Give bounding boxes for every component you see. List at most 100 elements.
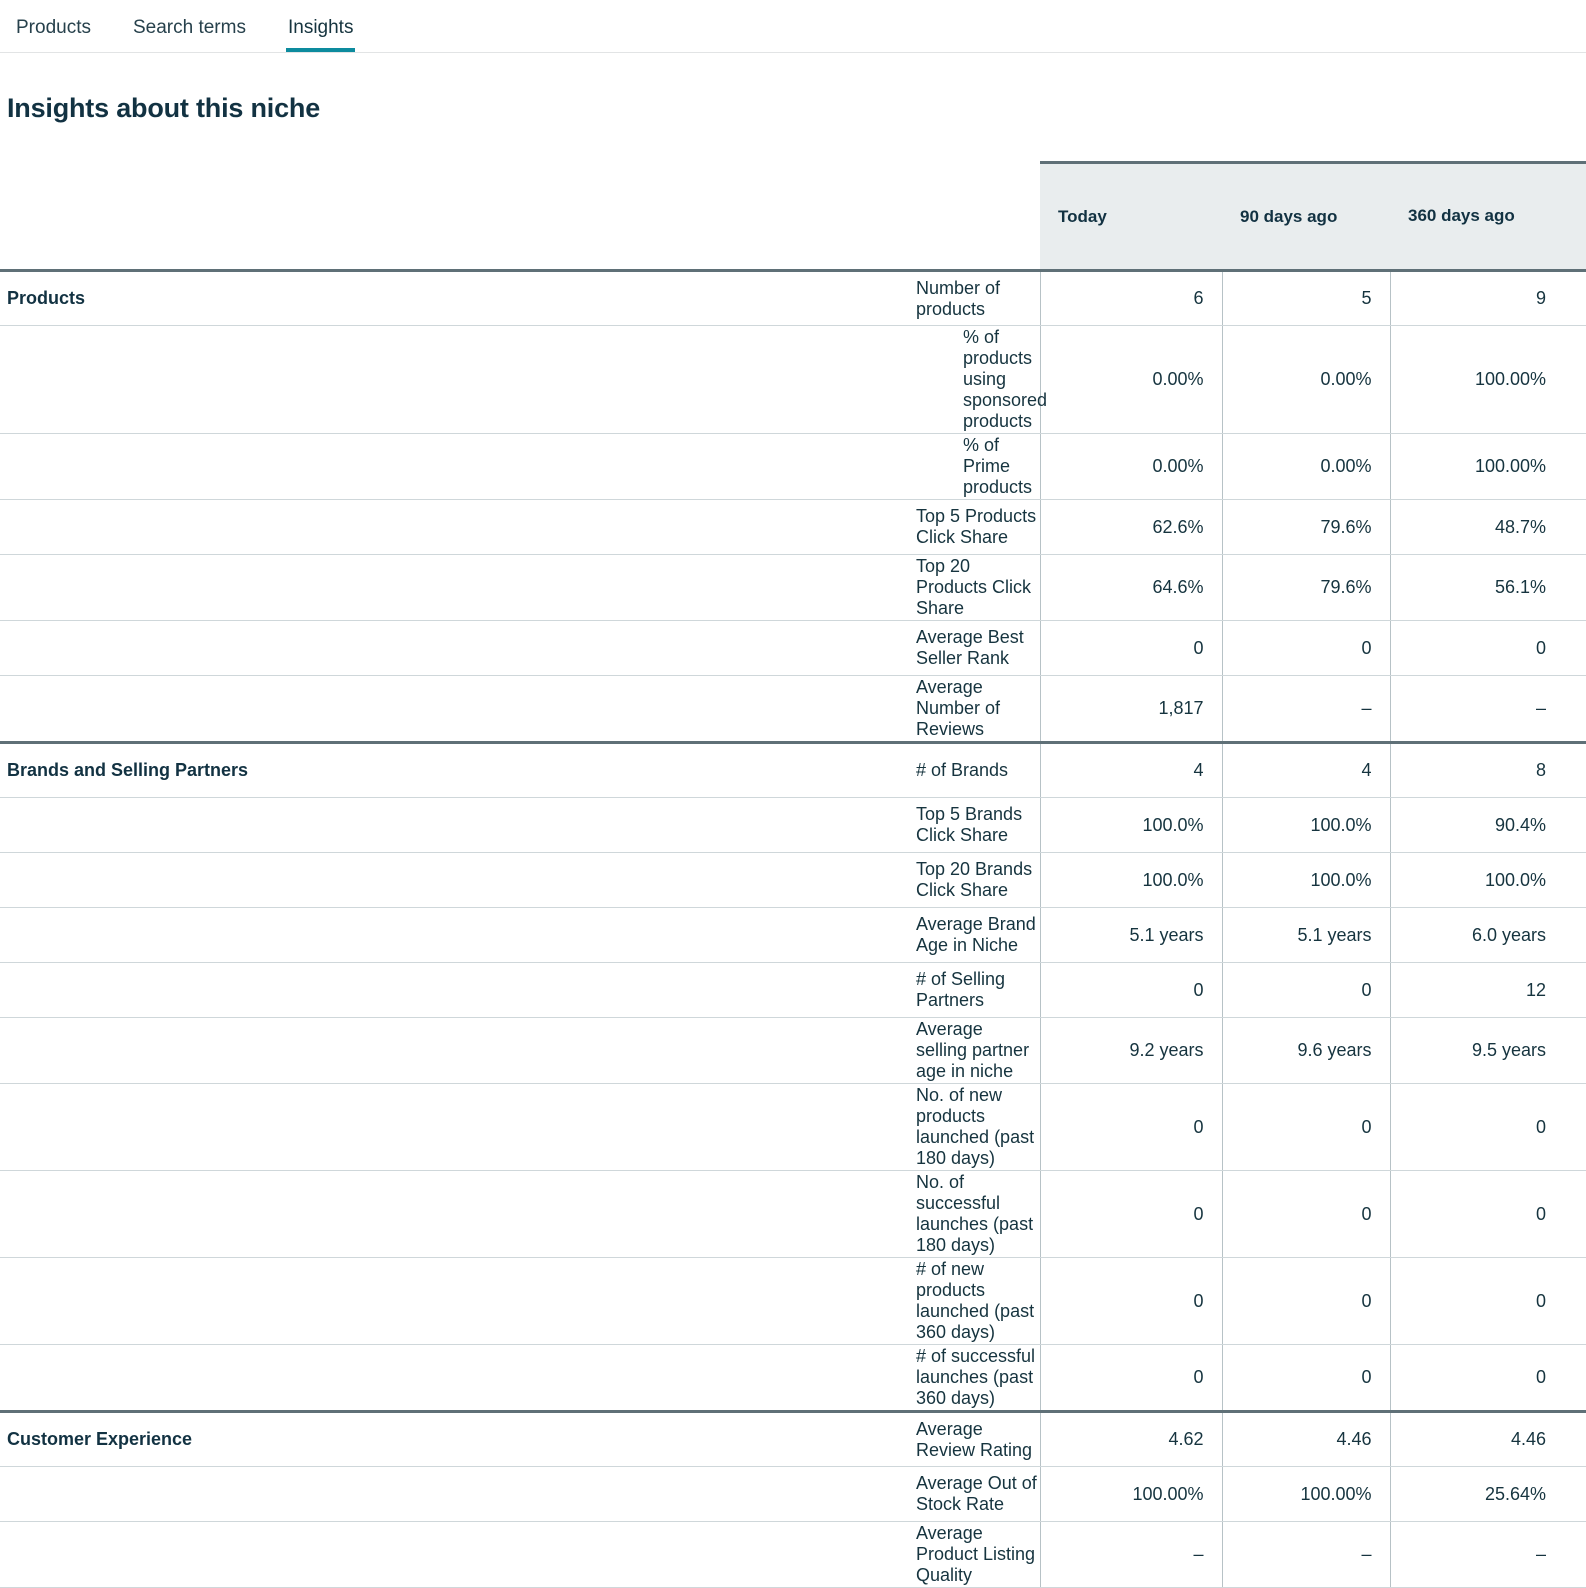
metric-label: Top 5 Products Click Share: [458, 499, 1040, 555]
table-header: Today 90 days ago 360 days ago: [0, 161, 1586, 271]
metric-value-360-days-ago: 9.5 years: [1389, 1017, 1586, 1084]
metric-value-90-days-ago: –: [1221, 1521, 1390, 1588]
metric-label: % of Prime products: [458, 433, 1040, 500]
metric-value-90-days-ago: 100.0%: [1221, 797, 1390, 853]
metric-value-90-days-ago: 0: [1221, 1257, 1390, 1345]
metric-value-90-days-ago: 0.00%: [1221, 433, 1390, 500]
section-label-empty: [0, 1344, 458, 1412]
metric-value-today: 0.00%: [1039, 325, 1222, 434]
metric-value-90-days-ago: 4.46: [1221, 1410, 1390, 1467]
table-row: Average Number of Reviews 1,817– –: [0, 675, 1586, 743]
metric-value-today: 0: [1039, 1083, 1222, 1171]
metric-value-90-days-ago: 5: [1221, 269, 1390, 326]
metric-label: Top 5 Brands Click Share: [458, 797, 1040, 853]
metric-value-today: 62.6%: [1039, 499, 1222, 555]
section-label-empty: [0, 620, 458, 676]
metric-value-360-days-ago: 0: [1389, 1170, 1586, 1258]
metric-value-today: 0: [1039, 620, 1222, 676]
insights-table-container: Today 90 days ago 360 days ago Products N…: [0, 161, 1586, 1588]
header-spacer: [0, 162, 1040, 271]
section-label-empty: [0, 433, 458, 500]
metric-label: No. of new products launched (past 180 d…: [458, 1083, 1040, 1171]
metric-value-90-days-ago: 100.0%: [1221, 852, 1390, 908]
metric-label: Average selling partner age in niche: [458, 1017, 1040, 1084]
metric-value-today: 9.2 years: [1039, 1017, 1222, 1084]
tab-search-terms[interactable]: Search terms: [131, 18, 248, 52]
table-body: Products Number of products 6 5 9% of produc…: [0, 269, 1586, 1588]
metric-value-360-days-ago: 0: [1389, 1344, 1586, 1412]
section-label-empty: [0, 554, 458, 621]
metric-value-today: 0: [1039, 1170, 1222, 1258]
metric-label: Top 20 Products Click Share: [458, 554, 1040, 621]
metric-value-360-days-ago: 0: [1389, 1083, 1586, 1171]
metric-value-today: 64.6%: [1039, 554, 1222, 621]
metric-label: Top 20 Brands Click Share: [458, 852, 1040, 908]
table-row: Average Out of Stock Rate 100.00% 100.00% 2…: [0, 1466, 1586, 1522]
metric-label: # of Selling Partners: [458, 962, 1040, 1018]
metric-label: Average Number of Reviews: [458, 675, 1040, 743]
section-label: Brands and Selling Partners: [0, 741, 458, 798]
metric-value-360-days-ago: 90.4%: [1389, 797, 1586, 853]
metric-value-today: 0: [1039, 1344, 1222, 1412]
metric-value-today: 1,817: [1039, 675, 1222, 743]
metric-value-today: 100.0%: [1039, 852, 1222, 908]
table-row: % of Prime products 0.00% 0.00% 100.00%: [0, 433, 1586, 500]
section-label-empty: [0, 1521, 458, 1588]
metric-value-today: 4.62: [1039, 1410, 1222, 1467]
metric-value-90-days-ago: 0: [1221, 620, 1390, 676]
column-header-360-days-ago: 360 days ago: [1390, 161, 1586, 271]
table-row: Brands and Selling Partners # of Brands 4 4…: [0, 741, 1586, 798]
metric-label: Number of products: [458, 269, 1040, 326]
tab-bar: Products Search terms Insights: [0, 0, 1586, 53]
metric-value-90-days-ago: 0: [1221, 1344, 1390, 1412]
section-label-empty: [0, 675, 458, 743]
metric-value-90-days-ago: 0: [1221, 1170, 1390, 1258]
metric-value-today: –: [1039, 1521, 1222, 1588]
table-row: Average Best Seller Rank 0 0 0: [0, 620, 1586, 676]
metric-value-90-days-ago: 4: [1221, 741, 1390, 798]
metric-value-today: 6: [1039, 269, 1222, 326]
metric-label: % of products using sponsored products: [458, 325, 1047, 434]
metric-value-360-days-ago: 56.1%: [1389, 554, 1586, 621]
page-title: Insights about this niche: [7, 93, 321, 123]
tab-insights[interactable]: Insights: [285, 18, 356, 52]
section-label-empty: [0, 852, 458, 908]
table-row: Top 20 Brands Click Share 100.0% 100.0% 100…: [0, 852, 1586, 908]
metric-value-360-days-ago: 0: [1389, 620, 1586, 676]
metric-value-360-days-ago: 100.00%: [1389, 433, 1586, 500]
metric-label: Average Out of Stock Rate: [458, 1466, 1040, 1522]
insights-table: Today 90 days ago 360 days ago Products N…: [0, 161, 1586, 1588]
metric-value-360-days-ago: –: [1389, 1521, 1586, 1588]
metric-value-today: 100.0%: [1039, 797, 1222, 853]
metric-value-90-days-ago: 5.1 years: [1221, 907, 1390, 963]
metric-value-360-days-ago: 12: [1389, 962, 1586, 1018]
section-label: Customer Experience: [0, 1410, 458, 1467]
metric-label: # of Brands: [458, 741, 1040, 798]
table-row: Products Number of products 6 5 9: [0, 269, 1586, 326]
metric-value-today: 0: [1039, 1257, 1222, 1345]
section-label: Products: [0, 269, 458, 326]
metric-value-360-days-ago: 4.46: [1389, 1410, 1586, 1467]
section-label-empty: [0, 1170, 458, 1258]
section-label-empty: [0, 1257, 458, 1345]
metric-label: Average Product Listing Quality: [458, 1521, 1040, 1588]
table-row: No. of new products launched (past 180 d…: [0, 1083, 1586, 1171]
metric-value-360-days-ago: 8: [1389, 741, 1586, 798]
table-row: Average selling partner age in niche 9.2 …: [0, 1017, 1586, 1084]
metric-value-360-days-ago: 100.0%: [1389, 852, 1586, 908]
tab-products[interactable]: Products: [14, 18, 93, 52]
metric-value-90-days-ago: 79.6%: [1221, 499, 1390, 555]
section-label-empty: [0, 1466, 458, 1522]
metric-value-90-days-ago: 0.00%: [1221, 325, 1390, 434]
table-row: No. of successful launches (past 180 day…: [0, 1170, 1586, 1258]
metric-value-360-days-ago: 25.64%: [1389, 1466, 1586, 1522]
metric-value-90-days-ago: –: [1221, 675, 1390, 743]
table-row: Average Product Listing Quality – – –: [0, 1521, 1586, 1588]
metric-value-360-days-ago: 9: [1389, 269, 1586, 326]
column-header-90-days-ago: 90 days ago: [1222, 161, 1390, 271]
table-row: % of products using sponsored products 0.…: [0, 325, 1586, 434]
metric-value-today: 100.00%: [1039, 1466, 1222, 1522]
table-header-row: Today 90 days ago 360 days ago: [0, 161, 1586, 271]
metric-value-90-days-ago: 79.6%: [1221, 554, 1390, 621]
metric-value-today: 4: [1039, 741, 1222, 798]
